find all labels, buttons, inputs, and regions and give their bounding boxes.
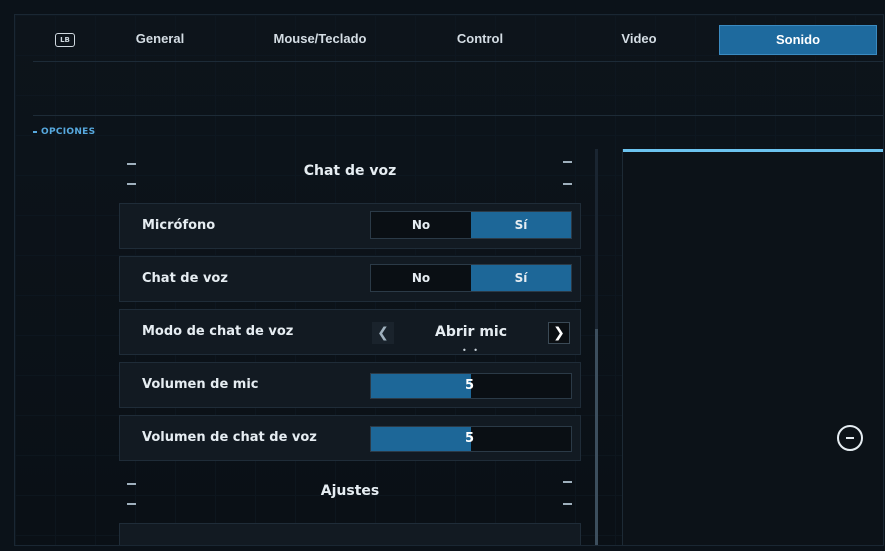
divider xyxy=(33,61,883,62)
dash-mark xyxy=(127,183,136,185)
tab-video[interactable]: Video xyxy=(587,25,691,53)
row-volumen-de-mic[interactable]: Volumen de mic 5 xyxy=(119,362,581,408)
preview-highlight-bar xyxy=(623,149,883,152)
slider-fill xyxy=(371,374,471,398)
preview-panel xyxy=(622,149,883,545)
slider-value: 5 xyxy=(465,431,475,446)
option-si[interactable]: Sí xyxy=(471,265,571,291)
tab-mouse-teclado[interactable]: Mouse/Teclado xyxy=(245,25,395,53)
tab-general[interactable]: General xyxy=(107,25,213,53)
dash-mark xyxy=(563,183,572,185)
option-no[interactable]: No xyxy=(371,265,471,291)
chevron-right-icon[interactable]: ❯ xyxy=(548,322,570,344)
option-si[interactable]: Sí xyxy=(471,212,571,238)
row-microfono[interactable]: Micrófono No Sí xyxy=(119,203,581,249)
settings-screen: LB General Mouse/Teclado Control Video S… xyxy=(14,14,884,546)
group-header-chat-de-voz: Chat de voz xyxy=(119,149,581,193)
tab-sonido[interactable]: Sonido xyxy=(719,25,877,55)
chat-de-voz-toggle: No Sí xyxy=(370,264,572,292)
page-dots: • • xyxy=(462,346,480,355)
lb-bumper-icon[interactable]: LB xyxy=(55,33,75,47)
option-no[interactable]: No xyxy=(371,212,471,238)
chevron-left-icon[interactable]: ❮ xyxy=(372,322,394,344)
row-label: Chat de voz xyxy=(142,271,228,286)
scrollbar[interactable] xyxy=(595,149,598,545)
microfono-toggle: No Sí xyxy=(370,211,572,239)
settings-list: Chat de voz Micrófono No Sí Chat de voz … xyxy=(119,149,581,545)
volumen-mic-slider[interactable]: 5 xyxy=(370,373,572,399)
tab-control[interactable]: Control xyxy=(427,25,533,53)
slider-value: 5 xyxy=(465,378,475,393)
dash-mark xyxy=(563,503,572,505)
slider-fill xyxy=(371,427,471,451)
row-chat-de-voz[interactable]: Chat de voz No Sí xyxy=(119,256,581,302)
row-volumen-de-chat-de-voz[interactable]: Volumen de chat de voz 5 xyxy=(119,415,581,461)
selector-value: Abrir mic xyxy=(434,324,508,340)
group-title: Chat de voz xyxy=(303,163,397,179)
divider xyxy=(33,115,883,116)
row-label: Volumen de chat de voz xyxy=(142,430,317,445)
group-header-ajustes: Ajustes xyxy=(119,469,581,513)
tab-bar: LB General Mouse/Teclado Control Video S… xyxy=(15,23,883,57)
dash-mark xyxy=(127,503,136,505)
section-label: OPCIONES xyxy=(33,127,95,137)
refresh-ring-icon[interactable] xyxy=(837,425,863,451)
row-label: Micrófono xyxy=(142,218,216,233)
volumen-chat-slider[interactable]: 5 xyxy=(370,426,572,452)
row-label: Modo de chat de voz xyxy=(142,324,294,339)
group-title: Ajustes xyxy=(320,483,380,499)
scrollbar-thumb[interactable] xyxy=(595,329,598,545)
row-partial[interactable] xyxy=(119,523,581,545)
row-label: Volumen de mic xyxy=(142,377,259,392)
row-modo-de-chat-de-voz[interactable]: Modo de chat de voz ❮ Abrir mic • • ❯ xyxy=(119,309,581,355)
